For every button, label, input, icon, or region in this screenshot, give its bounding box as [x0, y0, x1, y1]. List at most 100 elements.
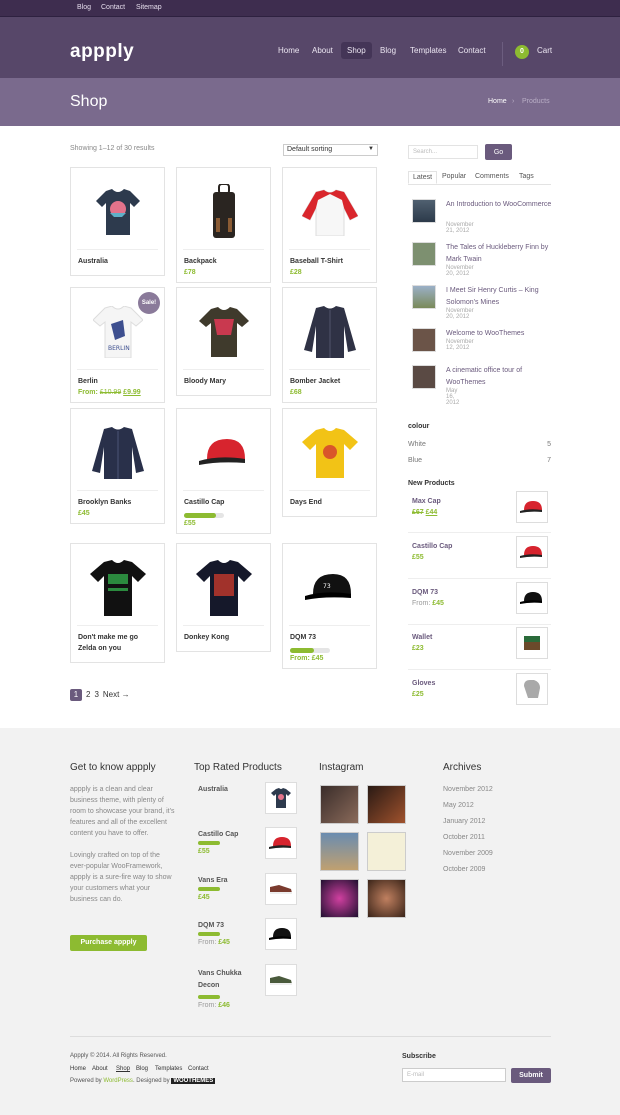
post-thumbnail[interactable]: [412, 242, 436, 266]
toprated-item[interactable]: Vans Chukka Decon From: £46: [198, 964, 298, 1009]
page-2[interactable]: 2: [86, 690, 90, 699]
post-title[interactable]: I Meet Sir Henry Curtis – King Solomon's…: [446, 285, 556, 309]
archive-link[interactable]: November 2009: [443, 850, 493, 857]
product-name[interactable]: DQM 73: [283, 626, 376, 643]
product-thumbnail[interactable]: [265, 782, 297, 814]
woothemes-logo[interactable]: WOOTHEMES: [171, 1078, 216, 1084]
footer-link-home[interactable]: Home: [70, 1066, 86, 1072]
product-name[interactable]: Backpack: [177, 250, 270, 267]
product-card[interactable]: Baseball T-Shirt £28: [282, 167, 377, 283]
product-thumbnail[interactable]: [265, 873, 297, 905]
product-thumbnail[interactable]: [265, 964, 297, 996]
archive-link[interactable]: May 2012: [443, 802, 474, 809]
instagram-photo[interactable]: [320, 832, 359, 871]
post-thumbnail[interactable]: [412, 285, 436, 309]
product-thumbnail[interactable]: [516, 627, 548, 659]
breadcrumb-home[interactable]: Home: [488, 98, 507, 105]
archive-link[interactable]: November 2012: [443, 786, 493, 793]
product-name[interactable]: Bomber Jacket: [283, 370, 376, 387]
nav-contact[interactable]: Contact: [458, 46, 486, 55]
colour-filter-white[interactable]: White 5: [408, 441, 551, 448]
product-thumbnail[interactable]: [265, 918, 297, 950]
colour-name[interactable]: Blue: [408, 457, 422, 464]
footer-link-blog[interactable]: Blog: [136, 1066, 148, 1072]
product-card[interactable]: Donkey Kong: [176, 543, 271, 652]
colour-name[interactable]: White: [408, 441, 426, 448]
new-product-item[interactable]: Max Cap £67 £44: [412, 491, 552, 523]
toprated-item[interactable]: DQM 73 From: £45: [198, 918, 298, 950]
post-thumbnail[interactable]: [412, 328, 436, 352]
new-product-item[interactable]: Gloves £25: [412, 673, 552, 705]
product-card[interactable]: Days End: [282, 408, 377, 517]
colour-filter-blue[interactable]: Blue 7: [408, 457, 551, 464]
page-3[interactable]: 3: [94, 690, 98, 699]
product-image[interactable]: BERLIN Sale!: [77, 292, 160, 370]
nav-about[interactable]: About: [312, 46, 333, 55]
instagram-photo[interactable]: [367, 879, 406, 918]
search-go-button[interactable]: Go: [485, 144, 512, 160]
toprated-item[interactable]: Castillo Cap £55: [198, 827, 298, 859]
new-product-item[interactable]: Castillo Cap £55: [412, 536, 552, 568]
product-image[interactable]: [289, 294, 370, 370]
product-image[interactable]: [77, 415, 158, 491]
footer-link-shop[interactable]: Shop: [116, 1066, 130, 1072]
nav-blog[interactable]: Blog: [380, 46, 396, 55]
product-name[interactable]: Don't make me go Zelda on you: [71, 626, 164, 654]
tab-popular[interactable]: Popular: [442, 173, 466, 180]
product-name[interactable]: Days End: [283, 491, 376, 508]
product-name[interactable]: Castillo Cap: [177, 491, 270, 508]
product-card[interactable]: Bloody Mary: [176, 287, 271, 396]
next-page[interactable]: Next →: [103, 690, 130, 699]
post-thumbnail[interactable]: [412, 365, 436, 389]
nav-templates[interactable]: Templates: [410, 46, 446, 55]
product-thumbnail[interactable]: [265, 827, 297, 859]
product-image[interactable]: [183, 174, 264, 250]
nav-home[interactable]: Home: [278, 46, 299, 55]
product-card[interactable]: Australia: [70, 167, 165, 276]
product-name[interactable]: Donkey Kong: [177, 626, 270, 643]
topbar-link-contact[interactable]: Contact: [101, 4, 125, 11]
product-name[interactable]: Brooklyn Banks: [71, 491, 164, 508]
toprated-item[interactable]: Australia: [198, 782, 298, 814]
footer-link-about[interactable]: About: [92, 1066, 108, 1072]
product-image[interactable]: [289, 415, 370, 491]
page-1[interactable]: 1: [70, 689, 82, 701]
product-image[interactable]: [77, 550, 158, 626]
nav-shop[interactable]: Shop: [341, 42, 372, 59]
instagram-photo[interactable]: [367, 785, 406, 824]
archive-link[interactable]: January 2012: [443, 818, 485, 825]
product-name[interactable]: Baseball T-Shirt: [283, 250, 376, 267]
product-card[interactable]: Brooklyn Banks £45: [70, 408, 165, 524]
product-image[interactable]: [77, 174, 158, 250]
product-image[interactable]: 73: [289, 550, 370, 626]
product-name[interactable]: Vans Chukka Decon: [198, 968, 256, 992]
email-field[interactable]: E-mail: [402, 1068, 506, 1082]
product-thumbnail[interactable]: [516, 536, 548, 568]
product-name[interactable]: Australia: [71, 250, 164, 267]
product-name[interactable]: Berlin: [71, 370, 164, 387]
submit-button[interactable]: Submit: [511, 1068, 551, 1083]
product-card[interactable]: Don't make me go Zelda on you: [70, 543, 165, 663]
footer-link-templates[interactable]: Templates: [155, 1066, 182, 1072]
instagram-photo[interactable]: [320, 785, 359, 824]
instagram-photo[interactable]: [320, 879, 359, 918]
toprated-item[interactable]: Vans Era £45: [198, 873, 298, 905]
product-thumbnail[interactable]: [516, 491, 548, 523]
product-card[interactable]: Bomber Jacket £68: [282, 287, 377, 403]
product-image[interactable]: [183, 550, 264, 626]
product-image[interactable]: [183, 294, 264, 370]
product-image[interactable]: [183, 415, 264, 491]
tab-comments[interactable]: Comments: [475, 173, 509, 180]
new-product-item[interactable]: Wallet £23: [412, 627, 552, 659]
tab-latest[interactable]: Latest: [408, 171, 438, 184]
topbar-link-sitemap[interactable]: Sitemap: [136, 4, 162, 11]
product-image[interactable]: [289, 174, 370, 250]
topbar-link-blog[interactable]: Blog: [77, 4, 91, 11]
archive-link[interactable]: October 2011: [443, 834, 485, 841]
product-thumbnail[interactable]: [516, 582, 548, 614]
search-input[interactable]: Search...: [408, 145, 478, 159]
site-logo[interactable]: appply: [70, 41, 134, 63]
cart-count-badge[interactable]: 0: [515, 45, 529, 59]
product-thumbnail[interactable]: [516, 673, 548, 705]
cart-link[interactable]: Cart: [537, 46, 552, 55]
